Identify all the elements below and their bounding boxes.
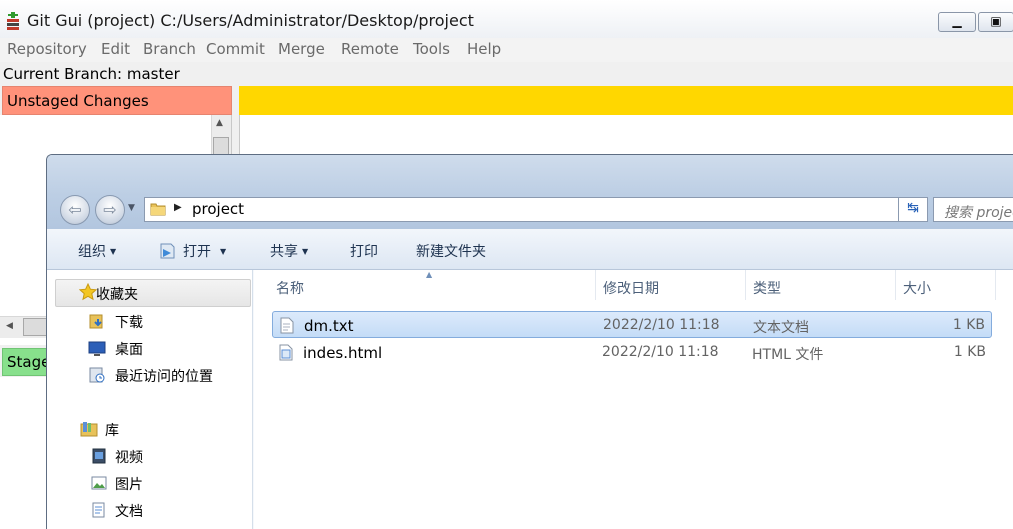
new-folder-button[interactable]: 新建文件夹 [416,241,486,261]
menu-branch[interactable]: Branch [143,40,196,58]
folder-icon [150,203,166,216]
explorer-command-bar: 组织 ▼ 打开 ▼ 共享 ▼ 打印 新建文件夹 [47,229,1013,270]
open-app-icon [160,243,175,259]
share-button[interactable]: 共享 ▼ [270,241,308,261]
downloads-folder-icon [89,314,103,329]
menu-repository[interactable]: Repository [7,40,87,58]
file-row-indes-html[interactable]: indes.html 2022/2/10 11:18 HTML 文件 1 KB [272,339,992,366]
minimize-button[interactable]: ▁ [938,12,976,32]
back-arrow-icon: ⇦ [68,200,82,219]
nav-item-library[interactable]: 库 [105,420,119,440]
nav-item-pictures[interactable]: 图片 [115,474,143,494]
menubar: Repository Edit Branch Commit Merge Remo… [0,38,1013,62]
favorites-label[interactable]: 收藏夹 [96,284,138,304]
organize-dropdown-icon: ▼ [110,247,117,256]
recent-places-icon [89,367,105,383]
file-size: 1 KB [953,344,986,360]
file-date-modified: 2022/2/10 11:18 [603,317,720,333]
navigation-pane: 收藏夹 下载 桌面 最近访问的位置 库 视频 图片 文档 [47,270,253,529]
file-list: ▲ 名称 修改日期 类型 大小 dm.txt 2022/2/10 11:18 文… [254,270,1013,529]
current-branch-label: Current Branch: master [3,65,180,83]
file-type: HTML 文件 [752,347,824,363]
column-header-date-modified[interactable]: 修改日期 [603,278,659,298]
column-header-size[interactable]: 大小 [903,278,931,298]
column-divider[interactable] [745,270,746,300]
maximize-button[interactable]: ▣ [978,12,1013,32]
print-button[interactable]: 打印 [350,241,378,261]
nav-item-desktop[interactable]: 桌面 [115,339,143,359]
share-dropdown-icon: ▼ [302,247,309,256]
file-date-modified: 2022/2/10 11:18 [602,344,719,360]
unstaged-changes-title: Unstaged Changes [7,92,149,110]
videos-icon [92,448,106,464]
search-placeholder: 搜索 project [944,205,1013,221]
file-explorer-dialog: ⇦ ⇨ ▼ ▶ project ▼ ↹ 搜索 project 组织▼ 打开▼ 共… [46,154,1013,529]
organize-button[interactable]: 组织 ▼ [78,241,116,261]
refresh-button[interactable]: ↹ [898,197,928,222]
column-header-type[interactable]: 类型 [753,278,781,298]
scroll-left-icon[interactable]: ◀ [6,321,13,331]
recent-locations-dropdown[interactable]: ▼ [128,203,135,213]
open-button[interactable]: 打开 ▼ [158,241,226,261]
forward-arrow-icon: ⇨ [103,200,117,219]
nav-item-videos[interactable]: 视频 [115,447,143,467]
menu-edit[interactable]: Edit [101,40,130,58]
staged-changes-header: Staged Changes (Will Commit) [2,348,48,376]
scroll-up-icon[interactable]: ▲ [216,118,223,128]
star-icon [79,283,97,301]
desktop-icon [88,341,106,356]
explorer-navigation-bar: ⇦ ⇨ ▼ ▶ project ▼ ↹ 搜索 project [47,155,1013,229]
file-type: 文本文档 [753,320,809,336]
menu-help[interactable]: Help [467,40,501,58]
refresh-icon: ↹ [907,200,919,216]
column-header-name[interactable]: 名称 [276,278,304,298]
back-button[interactable]: ⇦ [60,195,90,225]
column-divider[interactable] [995,270,996,300]
maximize-icon: ▣ [990,14,1002,28]
sort-ascending-icon: ▲ [426,270,433,279]
staged-changes-title: Staged Changes (Will Commit) [7,353,47,371]
forward-button[interactable]: ⇨ [95,195,125,225]
html-file-icon [279,344,293,361]
documents-icon [92,502,105,518]
git-gui-app-icon [7,12,19,30]
menu-tools[interactable]: Tools [413,40,450,58]
text-file-icon [280,317,294,334]
address-bar[interactable]: ▶ project ▼ [144,197,924,222]
search-input[interactable]: 搜索 project [933,197,1013,222]
window-title: Git Gui (project) C:/Users/Administrator… [27,11,474,30]
unstaged-changes-header: Unstaged Changes [2,86,232,115]
library-icon [80,422,98,437]
file-name: dm.txt [304,317,354,335]
nav-item-downloads[interactable]: 下载 [115,312,143,332]
nav-item-documents[interactable]: 文档 [115,501,143,521]
minimize-icon: ▁ [952,14,962,28]
horizontal-scroll-thumb[interactable] [23,318,47,336]
file-size: 1 KB [952,317,985,333]
gitgui-titlebar: Git Gui (project) C:/Users/Administrator… [0,0,1013,38]
pictures-icon [91,476,107,490]
column-divider[interactable] [595,270,596,300]
menu-merge[interactable]: Merge [278,40,325,58]
file-row-dm-txt[interactable]: dm.txt 2022/2/10 11:18 文本文档 1 KB [272,311,992,338]
file-name: indes.html [303,344,383,362]
menu-remote[interactable]: Remote [341,40,399,58]
breadcrumb-separator-icon[interactable]: ▶ [174,202,182,213]
open-dropdown-icon: ▼ [220,247,227,256]
diff-header [239,86,1013,115]
nav-item-recent-places[interactable]: 最近访问的位置 [115,366,213,386]
column-divider[interactable] [895,270,896,300]
breadcrumb-project[interactable]: project [192,200,244,218]
staged-changes-list[interactable] [0,377,46,529]
menu-commit[interactable]: Commit [206,40,265,58]
